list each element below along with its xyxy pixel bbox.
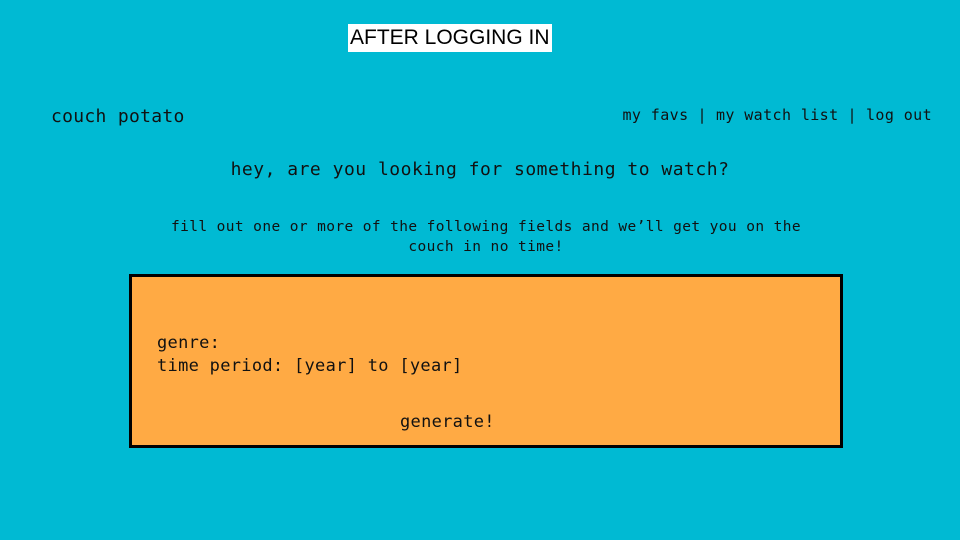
to-label: to	[367, 356, 389, 376]
brand-logo[interactable]: couch potato	[51, 105, 185, 129]
time-period-label: time period:	[157, 356, 284, 376]
nav-separator: |	[697, 106, 707, 124]
nav-separator: |	[847, 106, 857, 124]
top-nav: my favs | my watch list | log out	[622, 104, 932, 126]
genre-field: genre:	[157, 332, 351, 354]
nav-my-watch-list-link[interactable]: my watch list	[716, 104, 839, 126]
genre-label: genre:	[157, 333, 221, 353]
year-start-input[interactable]: [year]	[294, 356, 357, 376]
generate-button[interactable]: generate!	[400, 411, 495, 433]
page-instructions: fill out one or more of the following fi…	[171, 219, 801, 255]
search-form-panel: genre: time period: [year] to [year] gen…	[129, 274, 843, 448]
year-end-input[interactable]: [year]	[399, 356, 462, 376]
genre-input[interactable]	[230, 332, 351, 354]
nav-my-favs-link[interactable]: my favs	[622, 104, 688, 126]
nav-log-out-link[interactable]: log out	[866, 104, 932, 126]
time-period-field: time period: [year] to [year]	[157, 355, 463, 377]
slide-title: AFTER LOGGING IN	[348, 24, 552, 52]
page-headline: hey, are you looking for something to wa…	[230, 159, 730, 180]
